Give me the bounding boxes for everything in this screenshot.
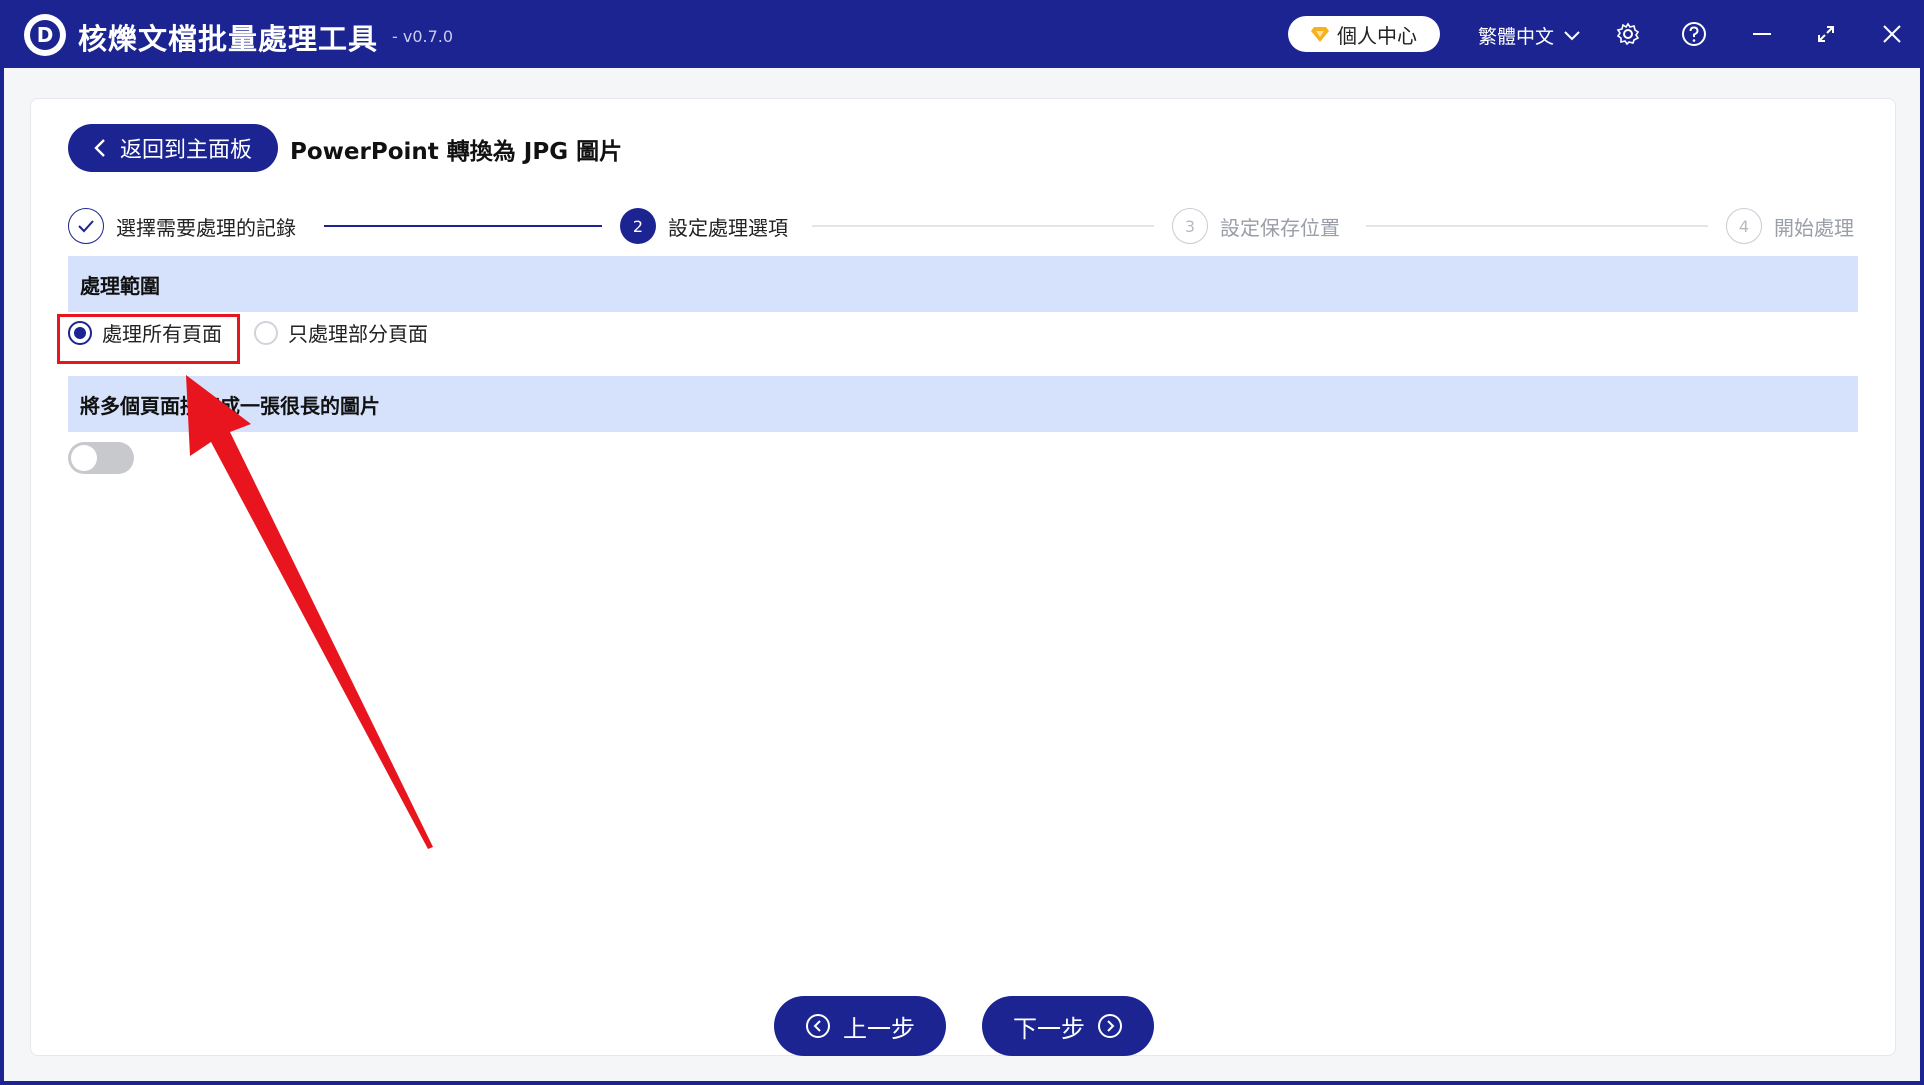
- step-select-records: 選擇需要處理的記錄: [68, 208, 296, 244]
- step-label: 設定處理選項: [668, 215, 788, 240]
- back-label: 返回到主面板: [119, 138, 252, 163]
- step-number: 2: [620, 208, 656, 244]
- next-step-button[interactable]: 下一步: [982, 996, 1154, 1056]
- language-select[interactable]: 繁體中文: [1478, 22, 1580, 49]
- app-title: 核爍文檔批量處理工具: [78, 22, 379, 56]
- toggle-knob: [71, 445, 97, 471]
- annotation-highlight-box: [57, 314, 240, 364]
- step-number: 4: [1726, 208, 1762, 244]
- merge-toggle[interactable]: [68, 442, 134, 474]
- step-label: 選擇需要處理的記錄: [116, 215, 296, 240]
- section-title: 將多個頁面拼接成一張很長的圖片: [80, 393, 380, 418]
- step-start: 4 開始處理: [1726, 208, 1854, 244]
- gear-icon[interactable]: [1614, 20, 1642, 48]
- step-number: 3: [1172, 208, 1208, 244]
- merge-section-header: 將多個頁面拼接成一張很長的圖片: [68, 376, 1858, 432]
- radio-partial-pages[interactable]: 只處理部分頁面: [254, 318, 428, 347]
- app-version: - v0.7.0: [392, 27, 454, 46]
- page-title: PowerPoint 轉換為 JPG 圖片: [290, 139, 623, 165]
- app-logo: D: [24, 14, 66, 56]
- user-center-button[interactable]: 個人中心: [1288, 16, 1440, 52]
- step-label: 設定保存位置: [1220, 215, 1340, 240]
- help-icon[interactable]: [1680, 20, 1708, 48]
- step-connector: [812, 225, 1154, 227]
- range-section-header: 處理範圍: [68, 256, 1858, 312]
- circle-left-icon: [806, 1014, 830, 1038]
- step-connector: [1366, 225, 1708, 227]
- circle-right-icon: [1098, 1014, 1122, 1038]
- diamond-icon: [1311, 27, 1329, 42]
- maximize-icon[interactable]: [1812, 20, 1840, 48]
- chevron-left-icon: [94, 139, 105, 157]
- step-label: 開始處理: [1774, 215, 1854, 240]
- previous-step-label: 上一步: [843, 1014, 915, 1043]
- next-step-label: 下一步: [1013, 1014, 1085, 1043]
- back-to-main-button[interactable]: 返回到主面板: [68, 124, 278, 172]
- check-icon: [68, 208, 104, 244]
- title-bar: D 核爍文檔批量處理工具 - v0.7.0 個人中心 繁體中文: [0, 0, 1924, 68]
- radio-label: 只處理部分頁面: [288, 322, 428, 346]
- radio-button[interactable]: [254, 320, 278, 345]
- step-set-options: 2 設定處理選項: [620, 208, 788, 244]
- step-connector-done: [324, 225, 602, 227]
- main-panel: [30, 98, 1896, 1056]
- app-logo-letter: D: [30, 20, 60, 50]
- close-icon[interactable]: [1878, 20, 1906, 48]
- chevron-down-icon: [1564, 30, 1580, 40]
- section-title: 處理範圍: [80, 273, 160, 298]
- language-label: 繁體中文: [1478, 26, 1555, 48]
- minimize-icon[interactable]: [1748, 20, 1776, 48]
- step-save-location: 3 設定保存位置: [1172, 208, 1340, 244]
- user-center-label: 個人中心: [1337, 23, 1417, 48]
- previous-step-button[interactable]: 上一步: [774, 996, 946, 1056]
